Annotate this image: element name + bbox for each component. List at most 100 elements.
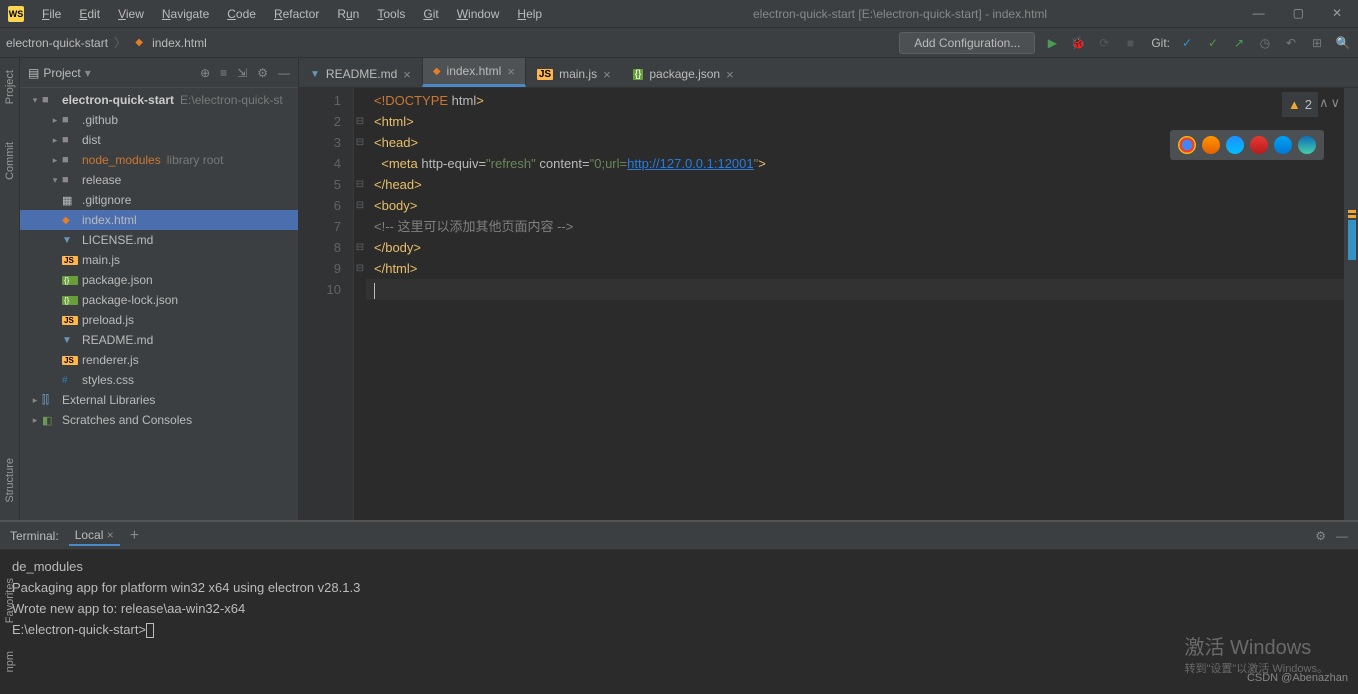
tab-main[interactable]: JSmain.js× [526, 60, 622, 87]
search-icon[interactable]: 🔍 [1334, 34, 1352, 52]
tree-file[interactable]: {}package-lock.json [20, 290, 298, 310]
close-icon[interactable]: × [403, 67, 411, 82]
history-icon[interactable]: ◷ [1256, 34, 1274, 52]
error-stripe[interactable] [1344, 88, 1358, 520]
tree-folder[interactable]: ▸■dist [20, 130, 298, 150]
expand-icon[interactable]: ▾ [48, 175, 62, 186]
git-label: Git: [1151, 36, 1170, 50]
fold-gutter[interactable]: ⊟⊟ ⊟⊟ ⊟⊟ [354, 88, 366, 520]
breadcrumb-root[interactable]: electron-quick-start [6, 36, 108, 50]
tab-readme[interactable]: ▼README.md× [299, 60, 422, 87]
hide-icon[interactable]: — [278, 66, 290, 80]
project-tool-button[interactable]: Project [4, 66, 16, 108]
ie-icon[interactable] [1274, 136, 1292, 154]
change-mark[interactable] [1348, 220, 1356, 260]
breadcrumb-file[interactable]: index.html [152, 36, 207, 50]
structure-tool-button[interactable]: Structure [4, 454, 16, 507]
menu-view[interactable]: View [110, 3, 152, 25]
terminal-output[interactable]: de_modules Packaging app for platform wi… [0, 550, 1358, 694]
inspection-badge[interactable]: ▲ 2 [1282, 92, 1318, 117]
expand-icon[interactable]: ▸ [28, 395, 42, 406]
git-commit-icon[interactable]: ✓ [1204, 34, 1222, 52]
close-icon[interactable]: × [507, 64, 515, 79]
panel-title[interactable]: Project [43, 66, 80, 80]
run-config-button[interactable]: Add Configuration... [899, 32, 1035, 54]
menu-window[interactable]: Window [449, 3, 508, 25]
tree-folder[interactable]: ▸■node_moduleslibrary root [20, 150, 298, 170]
safari-icon[interactable] [1226, 136, 1244, 154]
tree-folder[interactable]: ▸■.github [20, 110, 298, 130]
terminal-tab-local[interactable]: Local × [69, 526, 120, 546]
tab-package[interactable]: {}package.json× [622, 60, 745, 87]
npm-tool-button[interactable]: npm [4, 647, 16, 676]
tree-file[interactable]: ◆index.html [20, 210, 298, 230]
expand-icon[interactable]: ▸ [48, 155, 62, 166]
warning-mark[interactable] [1348, 210, 1356, 213]
tree-file[interactable]: #styles.css [20, 370, 298, 390]
close-icon[interactable]: × [603, 67, 611, 82]
code-content[interactable]: <!DOCTYPE html> <html> <head> <meta http… [366, 88, 1344, 520]
tree-root[interactable]: ▾ ■ electron-quick-start E:\electron-qui… [20, 90, 298, 110]
dropdown-icon[interactable]: ▾ [85, 66, 91, 80]
tree-file[interactable]: ▦.gitignore [20, 190, 298, 210]
md-icon: ▼ [62, 235, 78, 246]
coverage-button[interactable]: ⟳ [1095, 34, 1113, 52]
next-highlight-icon[interactable]: ∨ [1330, 92, 1340, 113]
tree-file[interactable]: {}package.json [20, 270, 298, 290]
rollback-icon[interactable]: ↶ [1282, 34, 1300, 52]
terminal-prompt[interactable]: E:\electron-quick-start> [12, 619, 1346, 640]
tree-folder[interactable]: ▾■release [20, 170, 298, 190]
git-push-icon[interactable]: ↗ [1230, 34, 1248, 52]
tree-file[interactable]: JSpreload.js [20, 310, 298, 330]
tab-index[interactable]: ◆index.html× [422, 57, 526, 87]
project-tree[interactable]: ▾ ■ electron-quick-start E:\electron-qui… [20, 88, 298, 520]
new-terminal-button[interactable]: + [130, 527, 139, 545]
warning-mark[interactable] [1348, 215, 1356, 218]
expand-icon[interactable]: ▸ [48, 135, 62, 146]
stop-button[interactable]: ■ [1121, 34, 1139, 52]
tree-file[interactable]: JSrenderer.js [20, 350, 298, 370]
menu-tools[interactable]: Tools [369, 3, 413, 25]
menu-navigate[interactable]: Navigate [154, 3, 217, 25]
json-icon: {} [633, 69, 644, 80]
menu-help[interactable]: Help [509, 3, 550, 25]
menu-run[interactable]: Run [329, 3, 367, 25]
expand-icon[interactable]: ▾ [28, 95, 42, 106]
tree-file[interactable]: ▼LICENSE.md [20, 230, 298, 250]
expand-icon[interactable]: ▸ [28, 415, 42, 426]
edge-icon[interactable] [1298, 136, 1316, 154]
csdn-watermark: CSDN @Abenazhan [1247, 672, 1348, 684]
run-button[interactable]: ▶ [1043, 34, 1061, 52]
tree-file[interactable]: JSmain.js [20, 250, 298, 270]
opera-icon[interactable] [1250, 136, 1268, 154]
expand-icon[interactable]: ▸ [48, 115, 62, 126]
maximize-button[interactable]: ▢ [1287, 6, 1310, 20]
git-update-icon[interactable]: ✓ [1178, 34, 1196, 52]
tree-external[interactable]: ▸⫿⫿External Libraries [20, 390, 298, 410]
firefox-icon[interactable] [1202, 136, 1220, 154]
settings-icon[interactable]: ⚙ [257, 66, 268, 80]
tree-scratches[interactable]: ▸◧Scratches and Consoles [20, 410, 298, 430]
tree-file[interactable]: ▼README.md [20, 330, 298, 350]
commit-tool-button[interactable]: Commit [4, 138, 16, 184]
close-icon[interactable]: × [726, 67, 734, 82]
menu-git[interactable]: Git [415, 3, 446, 25]
favorites-tool-button[interactable]: Favorites [4, 574, 16, 627]
expand-all-icon[interactable]: ≡ [220, 66, 227, 80]
ide-settings-icon[interactable]: ⊞ [1308, 34, 1326, 52]
menu-file[interactable]: File [34, 3, 69, 25]
terminal-hide-icon[interactable]: — [1336, 529, 1348, 543]
chrome-icon[interactable] [1178, 136, 1196, 154]
close-icon[interactable]: × [107, 528, 114, 542]
menu-code[interactable]: Code [219, 3, 264, 25]
close-button[interactable]: ✕ [1326, 6, 1348, 20]
code-editor[interactable]: 12345678910 ⊟⊟ ⊟⊟ ⊟⊟ <!DOCTYPE html> <ht… [299, 88, 1358, 520]
menu-refactor[interactable]: Refactor [266, 3, 327, 25]
debug-button[interactable]: 🐞 [1069, 34, 1087, 52]
minimize-button[interactable]: — [1247, 6, 1271, 20]
collapse-all-icon[interactable]: ⇲ [237, 66, 247, 80]
prev-highlight-icon[interactable]: ∧ [1319, 92, 1329, 113]
menu-edit[interactable]: Edit [71, 3, 108, 25]
terminal-settings-icon[interactable]: ⚙ [1315, 529, 1326, 543]
select-opened-icon[interactable]: ⊕ [200, 66, 210, 80]
